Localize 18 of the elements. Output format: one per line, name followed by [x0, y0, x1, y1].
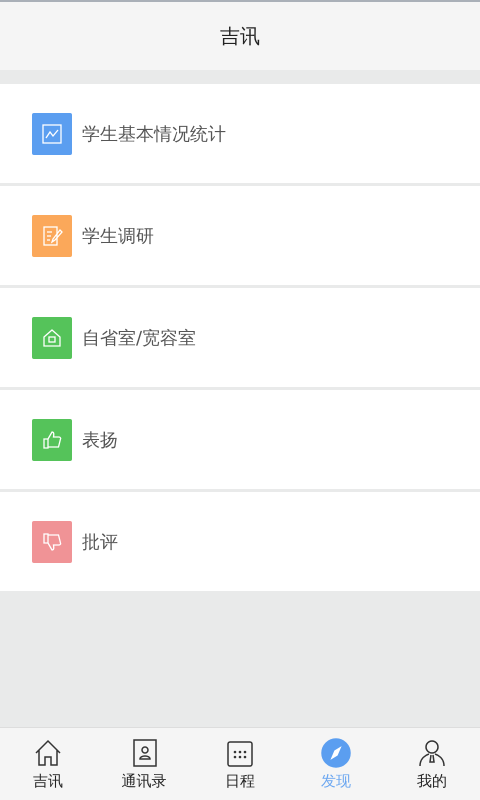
tab[interactable]: 吉讯	[0, 728, 96, 800]
menu-label: 学生基本情况统计	[82, 122, 226, 146]
tab[interactable]: 我的	[384, 728, 480, 800]
menu-item[interactable]: 自省室/宽容室	[0, 288, 480, 387]
menu-item[interactable]: 批评	[0, 492, 480, 591]
house-icon	[33, 738, 63, 768]
menu-item[interactable]: 学生基本情况统计	[0, 84, 480, 183]
menu-label: 表扬	[82, 428, 118, 452]
menu-item[interactable]: 学生调研	[0, 186, 480, 285]
tab[interactable]: 通讯录	[96, 728, 192, 800]
menu-label: 学生调研	[82, 224, 154, 248]
menu-label: 批评	[82, 530, 118, 554]
menu-label: 自省室/宽容室	[82, 326, 196, 350]
menu-item[interactable]: 表扬	[0, 390, 480, 489]
page-title: 吉讯	[220, 22, 260, 50]
tab[interactable]: 日程	[192, 728, 288, 800]
person-icon	[417, 738, 447, 768]
compass-icon	[321, 738, 351, 768]
